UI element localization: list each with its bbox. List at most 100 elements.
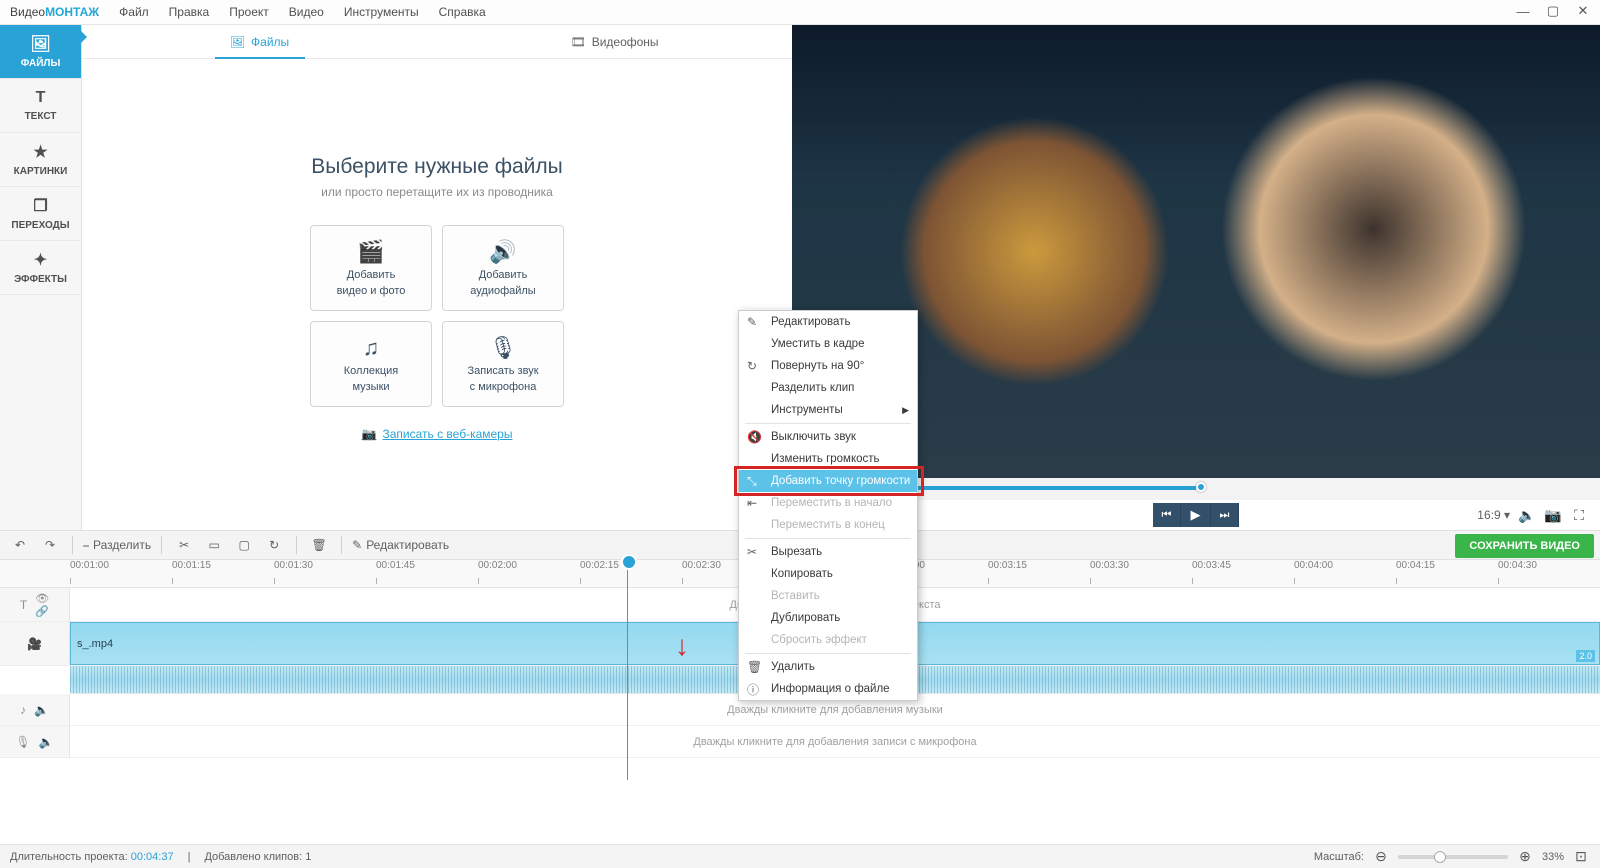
tab-label: Файлы	[251, 35, 289, 49]
menu-item-icon: 🗑	[747, 660, 762, 674]
ruler-tick: 00:01:15	[172, 560, 274, 587]
text-icon: T	[36, 89, 46, 107]
menu-edit[interactable]: Правка	[169, 5, 210, 19]
delete-button[interactable]: 🗑	[307, 533, 331, 557]
zoom-in-button[interactable]: ⊕	[1516, 848, 1534, 866]
sidebar-item-transitions[interactable]: ❐ПЕРЕХОДЫ	[0, 187, 81, 241]
context-menu-item[interactable]: 🔇Выключить звук	[739, 426, 917, 448]
rotate-button[interactable]: ↻	[262, 533, 286, 557]
mic-icon: 🎙	[489, 335, 517, 361]
status-bar: Длительность проекта: 00:04:37 | Добавле…	[0, 844, 1600, 868]
mic-track[interactable]: 🎙 🔈 Дважды кликните для добавления записи…	[0, 726, 1600, 758]
fullscreen-icon[interactable]: ⛶	[1570, 506, 1588, 524]
play-button[interactable]: ▶	[1181, 503, 1211, 527]
clip-zoom-badge: 2.0	[1576, 650, 1595, 662]
save-video-button[interactable]: СОХРАНИТЬ ВИДЕО	[1455, 534, 1594, 558]
context-menu-item[interactable]: Изменить громкость	[739, 448, 917, 470]
music-collection-button[interactable]: ♫Коллекциямузыки	[310, 321, 432, 407]
text-track-icon: T	[20, 598, 27, 612]
redo-button[interactable]: ↷	[38, 533, 62, 557]
files-icon: 🖼	[230, 35, 245, 49]
clips-label: Добавлено клипов: 1	[204, 851, 311, 863]
menu-help[interactable]: Справка	[439, 5, 486, 19]
record-mic-button[interactable]: 🎙Записать звукс микрофона	[442, 321, 564, 407]
context-menu-item[interactable]: Инструменты▶	[739, 399, 917, 421]
context-menu-item[interactable]: 🗑Удалить	[739, 656, 917, 678]
menu-item-icon: ↻	[747, 359, 757, 373]
context-menu-item[interactable]: Дублировать	[739, 607, 917, 629]
sidebar-item-effects[interactable]: ✦ЭФФЕКТЫ	[0, 241, 81, 295]
ruler-tick: 00:01:00	[70, 560, 172, 587]
ruler-tick: 00:03:30	[1090, 560, 1192, 587]
webcam-icon: 📷	[362, 427, 377, 441]
context-menu-item: Сбросить эффект	[739, 629, 917, 651]
ruler-tick: 00:03:45	[1192, 560, 1294, 587]
maximize-button[interactable]: ▢	[1540, 2, 1566, 20]
sidebar-label: ЭФФЕКТЫ	[14, 274, 67, 285]
ruler-tick: 00:04:00	[1294, 560, 1396, 587]
menu-item-icon: 🔇	[747, 430, 762, 444]
mic-track-icon: 🎙	[15, 735, 30, 749]
file-dropzone[interactable]: Выберите нужные файлы или просто перетащ…	[82, 59, 792, 530]
zoom-out-button[interactable]: ⊖	[1372, 848, 1390, 866]
context-menu-item[interactable]: ↻Повернуть на 90°	[739, 355, 917, 377]
cut-button[interactable]: ✂	[172, 533, 196, 557]
add-audio-button[interactable]: 🔊Добавитьаудиофайлы	[442, 225, 564, 311]
speaker-icon[interactable]: 🔈	[39, 735, 54, 749]
edit-button[interactable]: ✎Редактировать	[352, 538, 449, 552]
add-video-photo-button[interactable]: 🎬Добавитьвидео и фото	[310, 225, 432, 311]
undo-button[interactable]: ↶	[8, 533, 32, 557]
snapshot-icon[interactable]: 📷	[1544, 506, 1562, 524]
context-menu-item[interactable]: Копировать	[739, 563, 917, 585]
close-button[interactable]: ✕	[1570, 2, 1596, 20]
crop-button[interactable]: ▭	[202, 533, 226, 557]
sidebar-item-text[interactable]: TТЕКСТ	[0, 79, 81, 133]
context-menu-item[interactable]: ⤡Добавить точку громкости	[739, 470, 917, 492]
tab-files[interactable]: 🖼 Файлы	[82, 25, 437, 58]
audio-icon: 🔊	[489, 239, 516, 265]
ruler-tick: 00:04:15	[1396, 560, 1498, 587]
menubar: ВидеоМОНТАЖ Файл Правка Проект Видео Инс…	[0, 0, 1600, 24]
menu-item-icon: ⓘ	[747, 681, 759, 698]
playhead[interactable]	[627, 560, 628, 780]
speaker-icon[interactable]: 🔈	[34, 703, 49, 717]
record-webcam-link[interactable]: 📷Записать с веб-камеры	[362, 427, 513, 441]
next-frame-button[interactable]: ⏭	[1211, 503, 1239, 527]
aspect-ratio-selector[interactable]: 16:9 ▾	[1477, 508, 1510, 522]
context-menu-item[interactable]: ✂Вырезать	[739, 541, 917, 563]
duration-label: Длительность проекта: 00:04:37	[10, 851, 174, 863]
seek-handle[interactable]	[1196, 482, 1206, 492]
frame-button[interactable]: ▢	[232, 533, 256, 557]
context-menu-item[interactable]: Разделить клип	[739, 377, 917, 399]
context-menu-item[interactable]: ⓘИнформация о файле	[739, 678, 917, 700]
fit-button[interactable]: ⊡	[1572, 848, 1590, 866]
sidebar-item-images[interactable]: ★КАРТИНКИ	[0, 133, 81, 187]
context-menu-item[interactable]: ✎Редактировать	[739, 311, 917, 333]
sidebar-item-files[interactable]: 🖼ФАЙЛЫ	[0, 25, 81, 79]
mic-track-hint: Дважды кликните для добавления записи с …	[70, 726, 1600, 757]
context-menu-item: ⇤Переместить в начало	[739, 492, 917, 514]
music-track-icon: ♪	[20, 703, 26, 717]
menu-video[interactable]: Видео	[289, 5, 324, 19]
volume-icon[interactable]: 🔈	[1518, 506, 1536, 524]
music-icon: ♫	[363, 335, 380, 361]
ruler-tick: 00:02:00	[478, 560, 580, 587]
menu-tools[interactable]: Инструменты	[344, 5, 419, 19]
video-track-icon: 🎥	[27, 637, 42, 651]
context-menu-item[interactable]: Уместить в кадре	[739, 333, 917, 355]
sidebar-label: ПЕРЕХОДЫ	[11, 220, 69, 231]
prev-frame-button[interactable]: ⏮	[1153, 503, 1181, 527]
tab-videobg[interactable]: 🎞Видеофоны	[437, 25, 792, 58]
minimize-button[interactable]: —	[1510, 2, 1536, 20]
ruler-tick: 00:01:30	[274, 560, 376, 587]
menu-item-icon: ⇤	[747, 496, 757, 510]
menu-file[interactable]: Файл	[119, 5, 149, 19]
ruler-tick: 00:01:45	[376, 560, 478, 587]
eye-icon[interactable]: 👁🔗	[35, 592, 49, 618]
menu-item-icon: ✂	[747, 545, 757, 559]
zoom-label: Масштаб:	[1314, 851, 1364, 863]
menu-project[interactable]: Проект	[229, 5, 269, 19]
zoom-slider[interactable]	[1398, 855, 1508, 859]
split-button[interactable]: ⎯Разделить	[83, 538, 151, 553]
split-icon: ⎯	[83, 538, 89, 553]
